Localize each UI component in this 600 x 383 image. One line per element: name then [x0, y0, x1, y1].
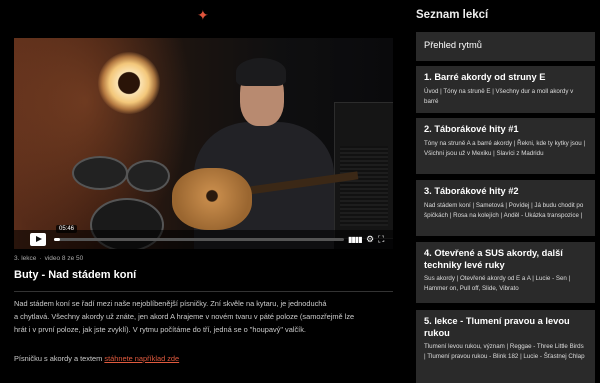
video-control-bar: ▮▮▮▮ ⚙ ⛶ [14, 230, 393, 249]
video-progress-bar[interactable] [54, 238, 344, 241]
brand-star-icon: ✦ [197, 7, 209, 23]
lesson-label: 3. lekce [14, 255, 37, 262]
lesson-card-title: 3. Táborákové hity #2 [424, 186, 519, 196]
lesson-card-subtitle: Nad stádem koní | Sametová | Povídej | J… [424, 201, 584, 219]
description-line: a chytlavá. Všechny akordy už znáte, jen… [14, 311, 355, 321]
settings-gear-icon[interactable]: ⚙ [366, 234, 374, 244]
lesson-card-title: Přehled rytmů [424, 40, 482, 50]
video-amplifier-grill [340, 146, 388, 226]
sidebar-title: Seznam lekcí [416, 9, 489, 21]
download-link[interactable]: stáhnete například zde [104, 354, 179, 363]
lesson-card-title: 1. Barré akordy od struny E [424, 72, 546, 82]
lesson-card-4[interactable]: 4. Otevřené a SUS akordy, další techniky… [416, 242, 595, 303]
lesson-meta: 3. lekce · video 8 ze 50 [14, 255, 84, 262]
lesson-card-subtitle: Úvod | Tóny na struně E | Všechny dur a … [424, 87, 574, 105]
video-progress-fill [54, 238, 60, 241]
lesson-card-5[interactable]: 5. lekce - Tlumení pravou a levou rukou … [416, 310, 595, 383]
fullscreen-icon[interactable]: ⛶ [378, 234, 384, 244]
lesson-card-title: 4. Otevřené a SUS akordy, další techniky… [424, 248, 563, 270]
video-description: Nad stádem koní se řadí mezi naše nejobl… [14, 298, 394, 336]
lesson-card-3[interactable]: 3. Táborákové hity #2 Nad stádem koní | … [416, 180, 595, 236]
volume-icon[interactable]: ▮▮▮▮ [348, 235, 363, 244]
video-index-label: video 8 ze 50 [44, 255, 84, 262]
description-line: hrát i v první poloze, jak jste zvyklí).… [14, 324, 306, 334]
lesson-card-subtitle: Sus akordy | Otevřené akordy od E a A | … [424, 275, 571, 292]
lesson-card-rhythms[interactable]: Přehled rytmů [416, 32, 595, 61]
download-line: Písničku s akordy a textem stáhnete např… [14, 354, 179, 363]
video-drum [126, 160, 170, 192]
lesson-card-subtitle: Tlumení levou rukou, význam | Reggae - T… [424, 343, 585, 360]
lesson-card-title: 2. Táborákové hity #1 [424, 124, 519, 134]
video-guitar-body [172, 168, 252, 230]
video-title: Buty - Nad stádem koní [14, 269, 137, 281]
divider [14, 291, 393, 292]
lesson-card-1[interactable]: 1. Barré akordy od struny E Úvod | Tóny … [416, 66, 595, 113]
video-drum [72, 156, 128, 190]
video-lamp [98, 52, 160, 114]
video-presenter-cap [236, 58, 286, 86]
play-button[interactable] [30, 233, 46, 246]
download-prefix: Písničku s akordy a textem [14, 354, 103, 363]
lesson-card-subtitle: Tóny na struně A a barré akordy | Řekni,… [424, 139, 586, 157]
video-player[interactable] [14, 38, 393, 249]
lesson-card-title: 5. lekce - Tlumení pravou a levou rukou [424, 316, 570, 338]
lesson-card-2[interactable]: 2. Táborákové hity #1 Tóny na struně A a… [416, 118, 595, 174]
description-line: Nad stádem koní se řadí mezi naše nejobl… [14, 299, 327, 308]
